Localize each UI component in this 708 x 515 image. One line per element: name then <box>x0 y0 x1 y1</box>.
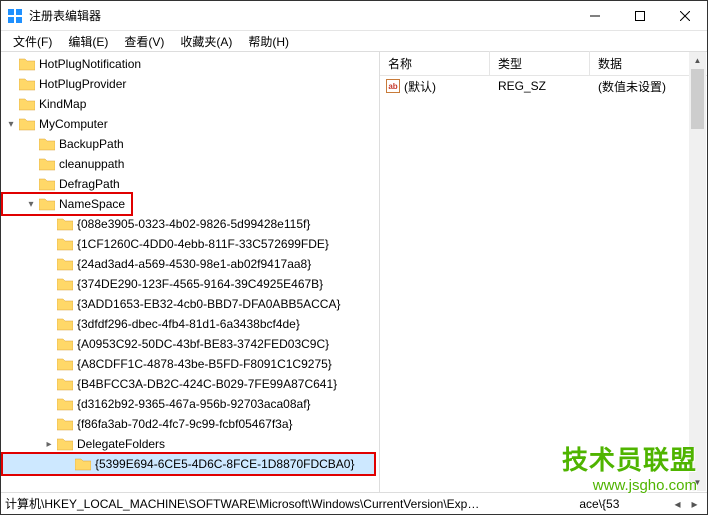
folder-icon <box>57 337 73 351</box>
scroll-thumb[interactable] <box>691 69 704 129</box>
folder-icon <box>57 277 73 291</box>
folder-icon <box>57 397 73 411</box>
scroll-down-icon[interactable]: ▼ <box>689 474 706 491</box>
tree-item[interactable]: {088e3905-0323-4b02-9826-5d99428e115f} <box>1 214 379 234</box>
window-title: 注册表编辑器 <box>29 7 572 24</box>
folder-icon <box>57 357 73 371</box>
status-path: 计算机\HKEY_LOCAL_MACHINE\SOFTWARE\Microsof… <box>5 495 669 512</box>
menu-favorites[interactable]: 收藏夹(A) <box>172 31 240 52</box>
folder-icon <box>57 377 73 391</box>
tree-item[interactable]: {3dfdf296-dbec-4fb4-81d1-6a3438bcf4de} <box>1 314 379 334</box>
list-row[interactable]: ab(默认) REG_SZ (数值未设置) <box>380 76 707 96</box>
folder-icon <box>19 77 35 91</box>
app-icon <box>7 8 23 24</box>
scroll-up-icon[interactable]: ▲ <box>689 52 706 69</box>
tree-item[interactable]: {B4BFCC3A-DB2C-424C-B029-7FE99A87C641} <box>1 374 379 394</box>
maximize-button[interactable] <box>617 1 662 31</box>
folder-icon <box>39 157 55 171</box>
tree-item[interactable]: {A0953C92-50DC-43bf-BE83-3742FED03C9C} <box>1 334 379 354</box>
tree-item[interactable]: ▸DelegateFolders <box>1 434 379 454</box>
expand-icon[interactable]: ▾ <box>23 199 39 210</box>
tree-item-namespace[interactable]: ▾NameSpace <box>3 194 131 214</box>
folder-icon <box>57 237 73 251</box>
value-type: REG_SZ <box>490 79 590 93</box>
tree-item[interactable]: DefragPath <box>1 174 379 194</box>
folder-icon <box>57 297 73 311</box>
tree-item[interactable]: cleanuppath <box>1 154 379 174</box>
expand-icon[interactable]: ▾ <box>3 119 19 130</box>
menu-view[interactable]: 查看(V) <box>116 31 172 52</box>
tree-item[interactable]: {374DE290-123F-4565-9164-39C4925E467B} <box>1 274 379 294</box>
tree-item[interactable]: {24ad3ad4-a569-4530-98e1-ab02f9417aa8} <box>1 254 379 274</box>
tree-item[interactable]: {A8CDFF1C-4878-43be-B5FD-F8091C1C9275} <box>1 354 379 374</box>
folder-icon <box>57 437 73 451</box>
tree-item[interactable]: {d3162b92-9365-467a-956b-92703aca08af} <box>1 394 379 414</box>
tree-item[interactable]: {f86fa3ab-70d2-4fc7-9c99-fcbf05467f3a} <box>1 414 379 434</box>
menubar: 文件(F) 编辑(E) 查看(V) 收藏夹(A) 帮助(H) <box>1 31 707 51</box>
tree-item[interactable]: HotPlugNotification <box>1 54 379 74</box>
scroll-left-icon[interactable]: ◂ <box>669 497 686 511</box>
tree-item[interactable]: ▾MyComputer <box>1 114 379 134</box>
folder-icon <box>19 117 35 131</box>
tree-item[interactable]: KindMap <box>1 94 379 114</box>
string-value-icon: ab <box>386 79 400 93</box>
folder-icon <box>57 217 73 231</box>
folder-icon <box>39 177 55 191</box>
scroll-right-icon[interactable]: ▸ <box>686 497 703 511</box>
tree-item[interactable]: {3ADD1653-EB32-4cb0-BBD7-DFA0ABB5ACCA} <box>1 294 379 314</box>
tree-item[interactable]: HotPlugProvider <box>1 74 379 94</box>
value-name: (默认) <box>404 78 436 95</box>
folder-icon <box>19 97 35 111</box>
menu-help[interactable]: 帮助(H) <box>240 31 297 52</box>
values-pane[interactable]: 名称 类型 数据 ab(默认) REG_SZ (数值未设置) <box>380 52 707 493</box>
tree-item-selected[interactable]: {5399E694-6CE5-4D6C-8FCE-1D8870FDCBA0} <box>3 454 374 474</box>
menu-file[interactable]: 文件(F) <box>5 31 60 52</box>
menu-edit[interactable]: 编辑(E) <box>60 31 116 52</box>
tree-item[interactable]: BackupPath <box>1 134 379 154</box>
minimize-button[interactable] <box>572 1 617 31</box>
folder-icon <box>57 417 73 431</box>
folder-icon <box>39 137 55 151</box>
statusbar: 计算机\HKEY_LOCAL_MACHINE\SOFTWARE\Microsof… <box>1 492 707 514</box>
folder-icon <box>75 457 91 471</box>
col-name[interactable]: 名称 <box>380 51 490 76</box>
tree-pane[interactable]: HotPlugNotification HotPlugProvider Kind… <box>1 52 380 493</box>
col-type[interactable]: 类型 <box>490 51 590 76</box>
folder-icon <box>57 317 73 331</box>
folder-icon <box>57 257 73 271</box>
tree-item[interactable]: {1CF1260C-4DD0-4ebb-811F-33C572699FDE} <box>1 234 379 254</box>
list-header: 名称 类型 数据 <box>380 52 707 76</box>
vertical-scrollbar[interactable]: ▲ ▼ <box>689 52 706 491</box>
folder-icon <box>19 57 35 71</box>
close-button[interactable] <box>662 1 707 31</box>
folder-icon <box>39 197 55 211</box>
scroll-track[interactable] <box>689 69 706 474</box>
expand-icon[interactable]: ▸ <box>41 439 57 450</box>
